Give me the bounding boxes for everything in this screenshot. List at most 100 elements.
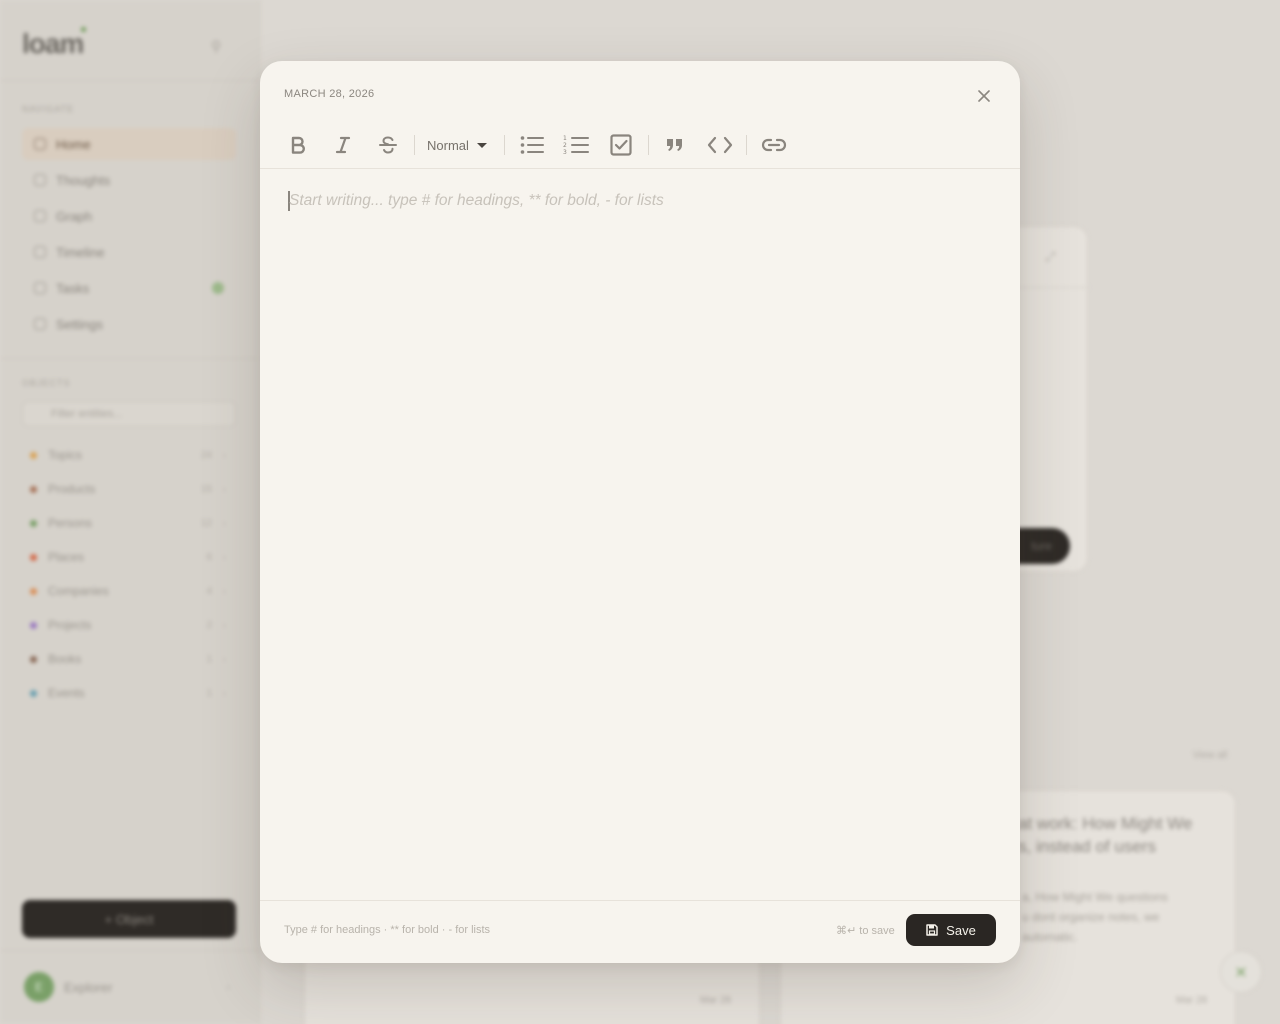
filter-entities-input[interactable]: Filter entities... <box>22 401 236 427</box>
card-heading: s, instead of users <box>1018 837 1156 856</box>
sidebar-item-tasks[interactable]: Tasks <box>22 272 236 304</box>
card-body: u dont organize notes, we <box>1022 910 1160 924</box>
add-object-button[interactable]: + Object <box>22 900 236 938</box>
logo-dot <box>81 27 86 32</box>
toolbar-separator <box>648 135 649 155</box>
object-count: 12 <box>200 517 212 529</box>
strikethrough-icon <box>379 136 397 154</box>
view-all-link[interactable]: View all <box>1193 750 1227 761</box>
toolbar-separator <box>746 135 747 155</box>
color-dot <box>30 553 37 561</box>
object-item-persons[interactable]: Persons 12 › <box>30 513 226 533</box>
sidebar-item-timeline[interactable]: Timeline <box>22 236 236 268</box>
chevron-right-icon: › <box>223 654 226 664</box>
search-icon[interactable]: ⚲ <box>211 38 221 55</box>
svg-text:2: 2 <box>563 142 567 149</box>
object-count: 4 <box>206 585 212 597</box>
link-button[interactable] <box>758 131 790 159</box>
formatting-toolbar: Normal 123 <box>260 121 1020 169</box>
objects-section-label: OBJECTS <box>22 378 71 388</box>
chevron-right-icon: › <box>226 981 230 993</box>
card-body: a, How Might We questions <box>1022 890 1168 904</box>
object-label: Topics <box>48 448 83 462</box>
color-dot <box>30 519 37 527</box>
markdown-hint: Type # for headings · ** for bold · - fo… <box>284 924 491 936</box>
caret-down-icon <box>476 142 487 148</box>
lightbulb-icon <box>34 174 46 186</box>
chevron-right-icon: › <box>223 586 226 596</box>
italic-button[interactable] <box>327 131 359 159</box>
graph-icon <box>34 210 46 222</box>
save-button[interactable]: Save <box>906 914 996 946</box>
object-label: Products <box>48 482 96 496</box>
divider <box>0 80 260 81</box>
strikethrough-button[interactable] <box>372 131 404 159</box>
object-label: Persons <box>48 516 93 530</box>
object-item-books[interactable]: Books 1 › <box>30 649 226 669</box>
object-item-products[interactable]: Products 15 › <box>30 479 226 499</box>
sidebar: loam ⚲ NAVIGATE Home Thoughts Graph Time… <box>0 0 260 1024</box>
user-name: Explorer <box>64 979 113 995</box>
object-item-projects[interactable]: Projects 2 › <box>30 615 226 635</box>
object-count: 1 <box>206 687 212 699</box>
object-item-places[interactable]: Places 6 › <box>30 547 226 567</box>
color-dot <box>30 621 37 629</box>
card-date: Mar 28 <box>700 995 732 1006</box>
save-icon <box>926 924 938 936</box>
object-item-events[interactable]: Events 1 › <box>30 683 226 703</box>
checkbox-icon <box>610 134 632 156</box>
sidebar-item-home[interactable]: Home <box>22 128 236 160</box>
sidebar-item-graph[interactable]: Graph <box>22 200 236 232</box>
tasks-badge <box>212 282 224 294</box>
sidebar-item-label: Graph <box>56 208 93 224</box>
bold-button[interactable] <box>282 131 314 159</box>
user-profile[interactable]: E Explorer › <box>24 971 234 1003</box>
code-button[interactable] <box>704 131 736 159</box>
modal-footer: Type # for headings · ** for bold · - fo… <box>260 900 1020 963</box>
bullet-list-icon <box>520 136 544 154</box>
close-button[interactable] <box>972 84 996 108</box>
svg-text:3: 3 <box>563 149 567 156</box>
object-count: 6 <box>206 551 212 563</box>
block-style-value: Normal <box>427 137 469 153</box>
link-icon <box>761 138 787 152</box>
keyboard-shortcut-hint: ⌘↵ to save <box>836 925 895 937</box>
ordered-list-icon: 123 <box>563 135 589 156</box>
navigate-section-label: NAVIGATE <box>22 104 75 114</box>
color-dot <box>30 451 37 459</box>
chevron-right-icon: › <box>223 450 226 460</box>
blockquote-button[interactable] <box>659 131 691 159</box>
sidebar-item-label: Settings <box>56 316 103 332</box>
toolbar-separator <box>414 135 415 155</box>
bullet-list-button[interactable] <box>516 131 548 159</box>
task-list-button[interactable] <box>605 131 637 159</box>
divider <box>0 950 260 951</box>
ordered-list-button[interactable]: 123 <box>560 131 592 159</box>
object-item-topics[interactable]: Topics 24 › <box>30 445 226 465</box>
share-fab-button[interactable]: ⨯ <box>1220 951 1262 993</box>
editor-placeholder: Start writing... type # for headings, **… <box>289 192 664 209</box>
home-icon <box>34 138 46 150</box>
sidebar-item-label: Tasks <box>56 280 90 296</box>
sidebar-item-thoughts[interactable]: Thoughts <box>22 164 236 196</box>
block-style-select[interactable]: Normal <box>427 136 487 154</box>
close-icon <box>978 90 990 102</box>
object-count: 1 <box>206 653 212 665</box>
object-label: Places <box>48 550 85 564</box>
svg-text:1: 1 <box>563 135 567 142</box>
toolbar-separator <box>504 135 505 155</box>
object-count: 24 <box>200 449 212 461</box>
object-label: Events <box>48 686 85 700</box>
object-count: 2 <box>206 619 212 631</box>
expand-icon: ⤢ <box>1045 249 1056 264</box>
object-item-companies[interactable]: Companies 4 › <box>30 581 226 601</box>
save-label: Save <box>946 922 976 938</box>
sidebar-item-settings[interactable]: Settings <box>22 308 236 340</box>
tasks-icon <box>34 282 46 294</box>
note-editor-area[interactable]: Start writing... type # for headings, **… <box>260 170 1020 900</box>
italic-icon <box>335 136 351 154</box>
chevron-right-icon: › <box>223 484 226 494</box>
share-icon: ⨯ <box>1234 964 1248 981</box>
avatar: E <box>24 972 54 1002</box>
object-count: 15 <box>200 483 212 495</box>
